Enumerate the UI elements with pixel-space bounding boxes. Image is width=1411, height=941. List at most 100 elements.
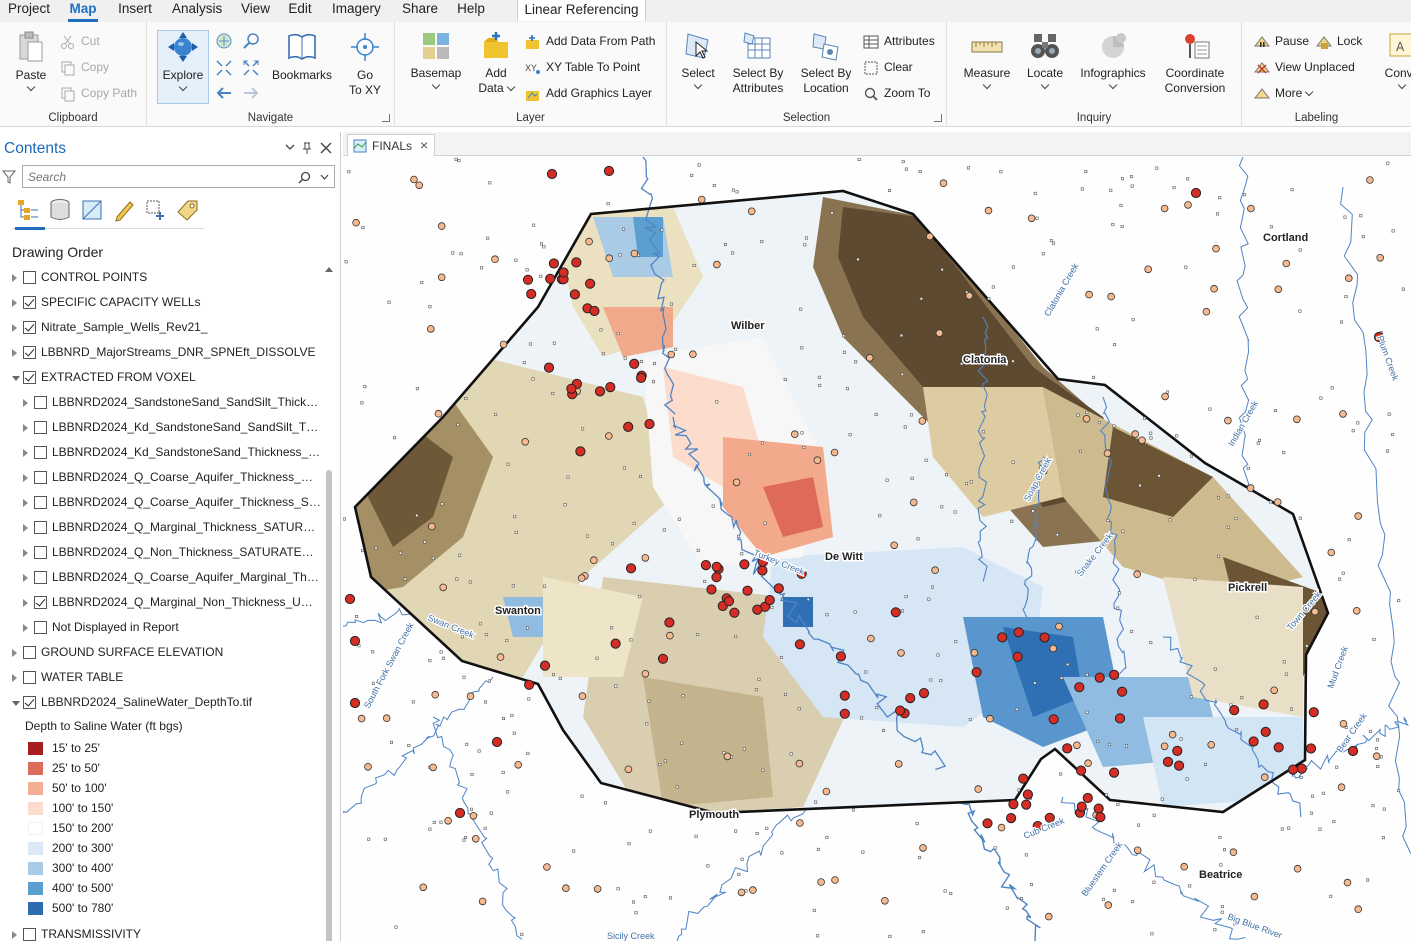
list-by-source-icon[interactable] [48,198,72,222]
explore-button[interactable]: Explore [159,30,207,92]
specific-capacity-well-point[interactable] [918,688,930,699]
layer-checkbox[interactable] [23,296,36,309]
nitrate-well-point[interactable] [1339,410,1347,418]
nitrate-well-point[interactable] [974,785,982,793]
specific-capacity-well-point[interactable] [1074,682,1085,693]
forward-arrow-icon[interactable] [242,84,260,102]
nitrate-well-point[interactable] [1293,415,1301,424]
basemap-button[interactable]: Basemap [409,30,463,90]
nitrate-well-point[interactable] [491,255,499,263]
expand-arrow-icon[interactable] [23,574,28,582]
specific-capacity-well-point[interactable] [839,690,850,701]
layer-checkbox[interactable] [34,421,47,434]
search-icon[interactable] [298,171,311,184]
nitrate-well-point[interactable] [1293,864,1302,873]
specific-capacity-well-point[interactable] [700,560,711,571]
specific-capacity-well-point[interactable] [1287,764,1299,775]
expand-arrow-icon[interactable] [23,499,28,507]
contents-scrollbar[interactable] [322,264,336,941]
specific-capacity-well-point[interactable] [636,372,647,383]
nitrate-well-point[interactable] [357,714,366,723]
nitrate-well-point[interactable] [667,350,676,359]
nitrate-well-point[interactable] [1282,259,1291,268]
specific-capacity-well-point[interactable] [571,257,582,268]
nitrate-well-point[interactable] [965,292,974,300]
tab-edit[interactable]: Edit [288,0,312,22]
nitrate-well-point[interactable] [1160,204,1169,213]
specific-capacity-well-point[interactable] [839,708,850,719]
nitrate-well-point[interactable] [984,206,993,215]
specific-capacity-well-point[interactable] [1076,765,1087,776]
infographics-button[interactable]: Infographics [1075,30,1151,90]
nitrate-well-point[interactable] [795,759,804,768]
nitrate-well-point[interactable] [604,432,613,440]
specific-capacity-well-point[interactable] [1082,792,1093,804]
convert-labels-button[interactable]: A Conve [1382,30,1411,90]
map-canvas[interactable]: Cortland Wilber Clatonia De Witt Pickrel… [343,157,1411,941]
nitrate-well-point[interactable] [382,714,391,722]
scroll-thumb[interactable] [326,470,332,941]
search-options-chevron-icon[interactable] [320,174,329,181]
copy-path-button[interactable]: Copy Path [60,83,137,103]
specific-capacity-well-point[interactable] [349,697,361,709]
scroll-up-arrow-icon[interactable] [325,267,333,272]
nitrate-well-point[interactable] [1224,416,1232,425]
add-data-from-path-button[interactable]: Add Data From Path [525,31,655,51]
expand-arrow-icon[interactable] [12,674,17,682]
nitrate-well-point[interactable] [1044,912,1053,921]
nitrate-well-point[interactable] [1311,607,1319,616]
nitrate-well-point[interactable] [415,181,423,190]
layer-checkbox[interactable] [23,271,36,284]
layer-row[interactable]: GROUND SURFACE ELEVATION [0,641,324,666]
layer-checkbox[interactable] [34,396,47,409]
selection-dialog-launcher[interactable] [934,114,942,122]
specific-capacity-well-point[interactable] [739,559,750,570]
specific-capacity-well-point[interactable] [545,273,556,284]
nitrate-well-point[interactable] [1107,292,1115,301]
lock-labeling-button[interactable]: Lock [1316,31,1362,51]
nitrate-well-point[interactable] [986,714,994,723]
map-svg[interactable]: Cortland Wilber Clatonia De Witt Pickrel… [343,157,1411,941]
nitrate-well-point[interactable] [997,823,1006,832]
back-arrow-icon[interactable] [215,84,233,102]
cut-button[interactable]: Cut [60,31,100,51]
nitrate-well-point[interactable] [890,541,898,550]
specific-capacity-well-point[interactable] [454,807,466,819]
nitrate-well-point[interactable] [918,417,927,425]
specific-capacity-well-point[interactable] [971,667,982,678]
nitrate-well-point[interactable] [1082,414,1091,423]
specific-capacity-well-point[interactable] [1305,743,1317,754]
specific-capacity-well-point[interactable] [1190,187,1202,199]
fixed-zoom-icon[interactable] [242,32,260,50]
attributes-button[interactable]: Attributes [863,31,935,51]
pane-options-chevron-icon[interactable] [285,144,295,152]
close-tab-icon[interactable]: × [420,137,428,153]
nitrate-well-point[interactable] [919,844,927,852]
tab-analysis[interactable]: Analysis [172,0,222,22]
tab-imagery[interactable]: Imagery [332,0,381,22]
nitrate-well-point[interactable] [1337,783,1346,791]
expand-arrow-icon[interactable] [23,449,28,457]
specific-capacity-well-point[interactable] [997,632,1008,643]
nitrate-well-point[interactable] [790,430,799,439]
nitrate-well-point[interactable] [931,566,939,575]
layer-checkbox[interactable] [34,621,47,634]
layer-checkbox[interactable] [23,646,36,659]
layer-row[interactable]: EXTRACTED FROM VOXEL [0,366,324,391]
layer-checkbox[interactable] [34,546,47,559]
collapse-arrow-icon[interactable] [12,376,20,381]
paste-button[interactable]: Paste [10,30,52,92]
nitrate-well-point[interactable] [624,765,633,774]
specific-capacity-well-point[interactable] [1095,812,1106,823]
navigate-dialog-launcher[interactable] [382,114,390,122]
expand-arrow-icon[interactable] [23,599,28,607]
nitrate-well-point[interactable] [437,222,446,230]
specific-capacity-well-point[interactable] [905,693,916,704]
nitrate-well-point[interactable] [577,574,586,582]
tab-linear-referencing[interactable]: Linear Referencing [517,0,646,21]
list-by-editing-icon[interactable] [112,198,136,222]
nitrate-well-point[interactable] [1354,512,1362,520]
map-tab-finals[interactable]: FINALs × [347,134,435,156]
specific-capacity-well-point[interactable] [1022,789,1034,800]
nitrate-well-point[interactable] [1084,759,1092,767]
